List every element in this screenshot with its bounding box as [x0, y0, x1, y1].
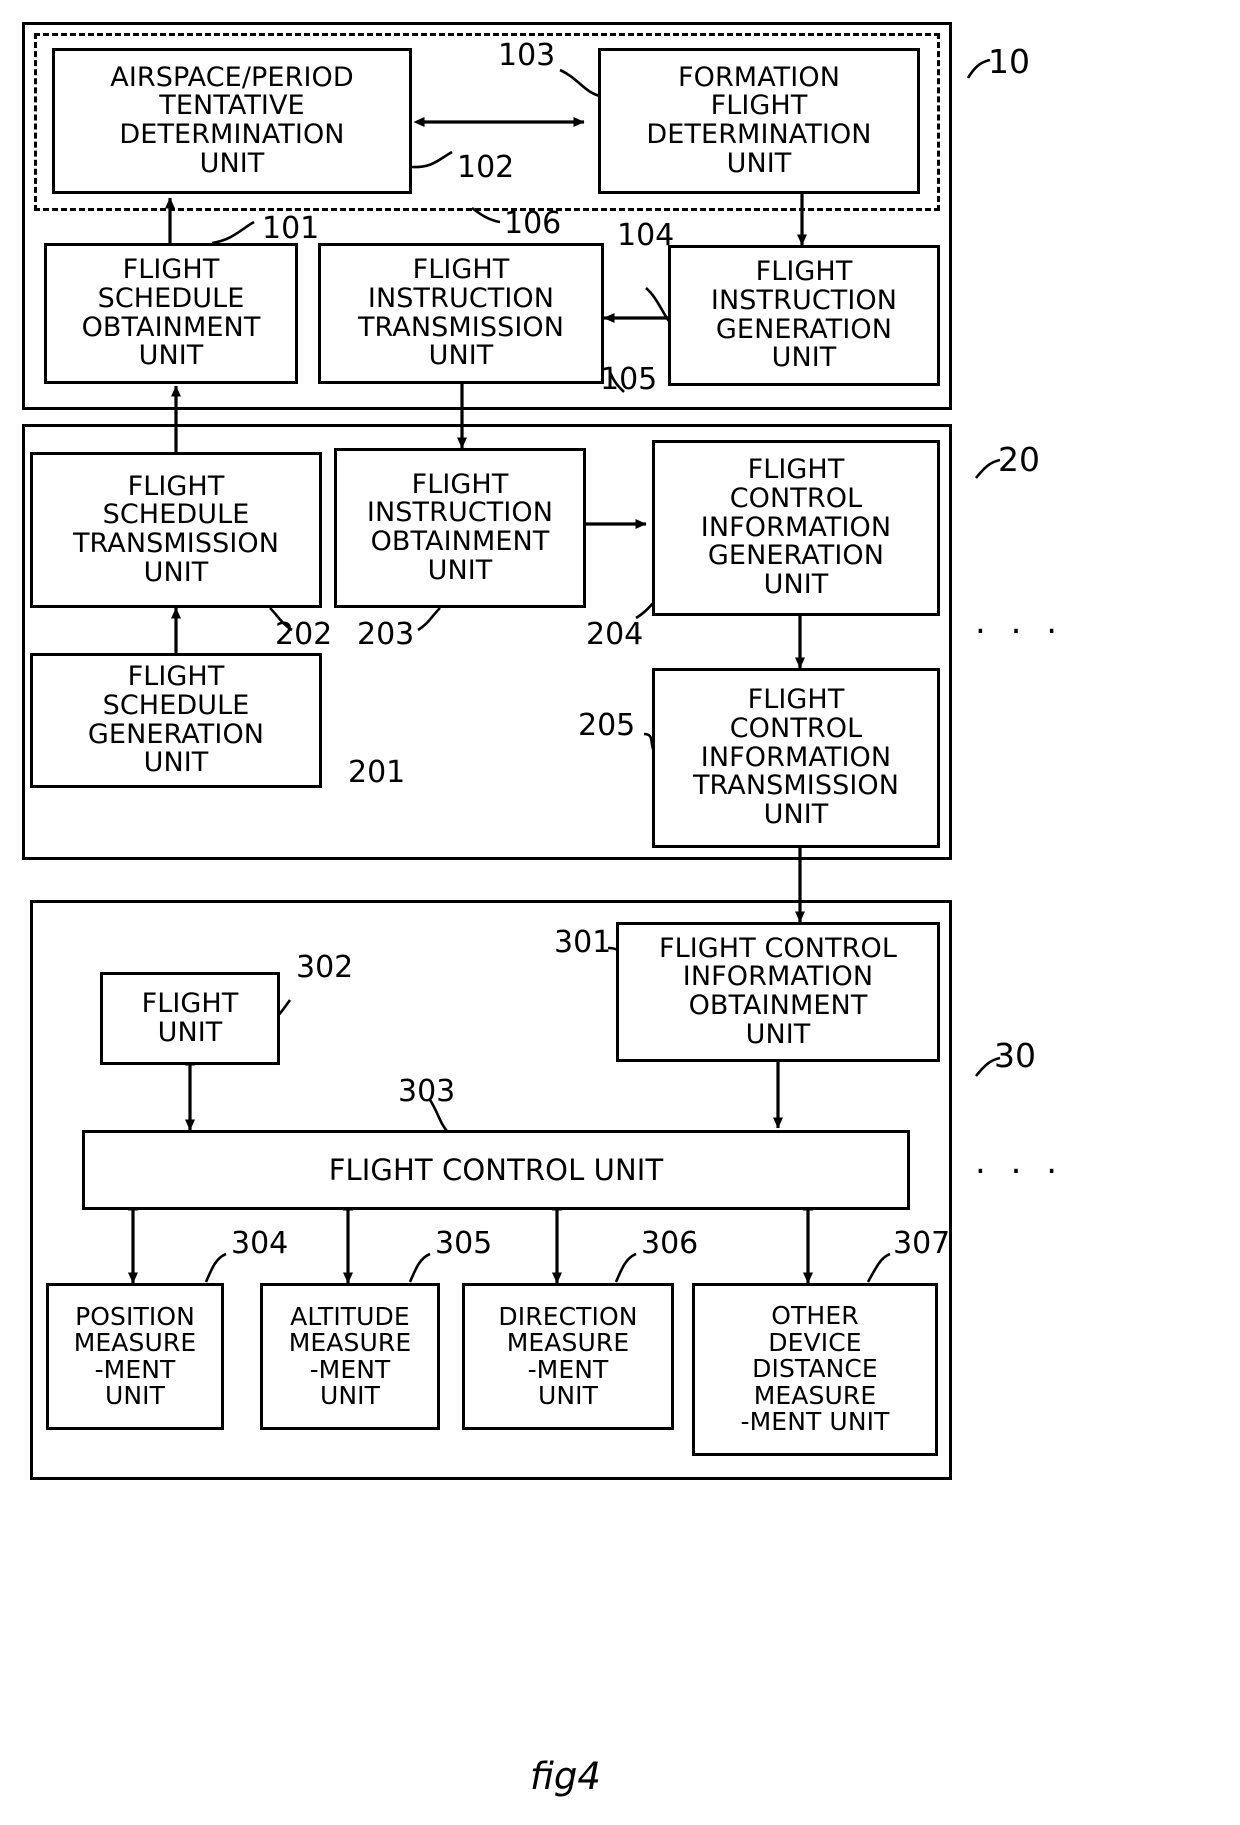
ref-numeral-203: 203 [357, 617, 415, 652]
ellipsis-group-20: . . . [975, 602, 1065, 642]
ref-numeral-307: 307 [893, 1226, 951, 1261]
block-airspace-period-tentative-determination-unit[interactable]: AIRSPACE/PERIOD TENTATIVE DETERMINATION … [52, 48, 412, 194]
block-flight-control-information-generation-unit[interactable]: FLIGHT CONTROL INFORMATION GENERATION UN… [652, 440, 940, 616]
ref-numeral-302: 302 [296, 950, 354, 985]
ref-numeral-204: 204 [586, 617, 644, 652]
block-position-measurement-unit[interactable]: POSITION MEASURE -MENT UNIT [46, 1283, 224, 1430]
ref-numeral-group-30: 30 [994, 1036, 1036, 1075]
ref-numeral-205: 205 [578, 708, 636, 743]
ref-numeral-group-20: 20 [998, 440, 1040, 479]
figure-canvas: AIRSPACE/PERIOD TENTATIVE DETERMINATION … [0, 0, 1240, 1825]
block-flight-schedule-obtainment-unit[interactable]: FLIGHT SCHEDULE OBTAINMENT UNIT [44, 243, 298, 384]
ref-numeral-101: 101 [262, 211, 320, 246]
block-flight-instruction-obtainment-unit[interactable]: FLIGHT INSTRUCTION OBTAINMENT UNIT [334, 448, 586, 608]
ref-numeral-305: 305 [435, 1226, 493, 1261]
ref-numeral-301: 301 [554, 925, 612, 960]
block-direction-measurement-unit[interactable]: DIRECTION MEASURE -MENT UNIT [462, 1283, 674, 1430]
ref-numeral-201: 201 [348, 755, 406, 790]
ref-numeral-202: 202 [275, 617, 333, 652]
ref-numeral-103: 103 [498, 38, 556, 73]
block-flight-control-information-obtainment-unit[interactable]: FLIGHT CONTROL INFORMATION OBTAINMENT UN… [616, 922, 940, 1062]
ellipsis-group-30: . . . [975, 1142, 1065, 1182]
block-formation-flight-determination-unit[interactable]: FORMATION FLIGHT DETERMINATION UNIT [598, 48, 920, 194]
ref-numeral-306: 306 [641, 1226, 699, 1261]
ref-numeral-105: 105 [600, 362, 658, 397]
block-flight-control-unit[interactable]: FLIGHT CONTROL UNIT [82, 1130, 910, 1210]
block-other-device-distance-measurement-unit[interactable]: OTHER DEVICE DISTANCE MEASURE -MENT UNIT [692, 1283, 938, 1456]
ref-numeral-106: 106 [504, 206, 562, 241]
ref-numeral-104: 104 [617, 218, 675, 253]
block-flight-schedule-generation-unit[interactable]: FLIGHT SCHEDULE GENERATION UNIT [30, 653, 322, 788]
block-flight-schedule-transmission-unit[interactable]: FLIGHT SCHEDULE TRANSMISSION UNIT [30, 452, 322, 608]
block-flight-control-information-transmission-unit[interactable]: FLIGHT CONTROL INFORMATION TRANSMISSION … [652, 668, 940, 848]
block-flight-instruction-generation-unit[interactable]: FLIGHT INSTRUCTION GENERATION UNIT [668, 245, 940, 386]
ref-numeral-group-10: 10 [988, 42, 1030, 81]
ref-numeral-304: 304 [231, 1226, 289, 1261]
block-flight-unit[interactable]: FLIGHT UNIT [100, 972, 280, 1065]
block-flight-instruction-transmission-unit[interactable]: FLIGHT INSTRUCTION TRANSMISSION UNIT [318, 243, 604, 384]
block-altitude-measurement-unit[interactable]: ALTITUDE MEASURE -MENT UNIT [260, 1283, 440, 1430]
figure-caption: fig4 [530, 1755, 601, 1798]
ref-numeral-102: 102 [457, 150, 515, 185]
ref-numeral-303: 303 [398, 1074, 456, 1109]
